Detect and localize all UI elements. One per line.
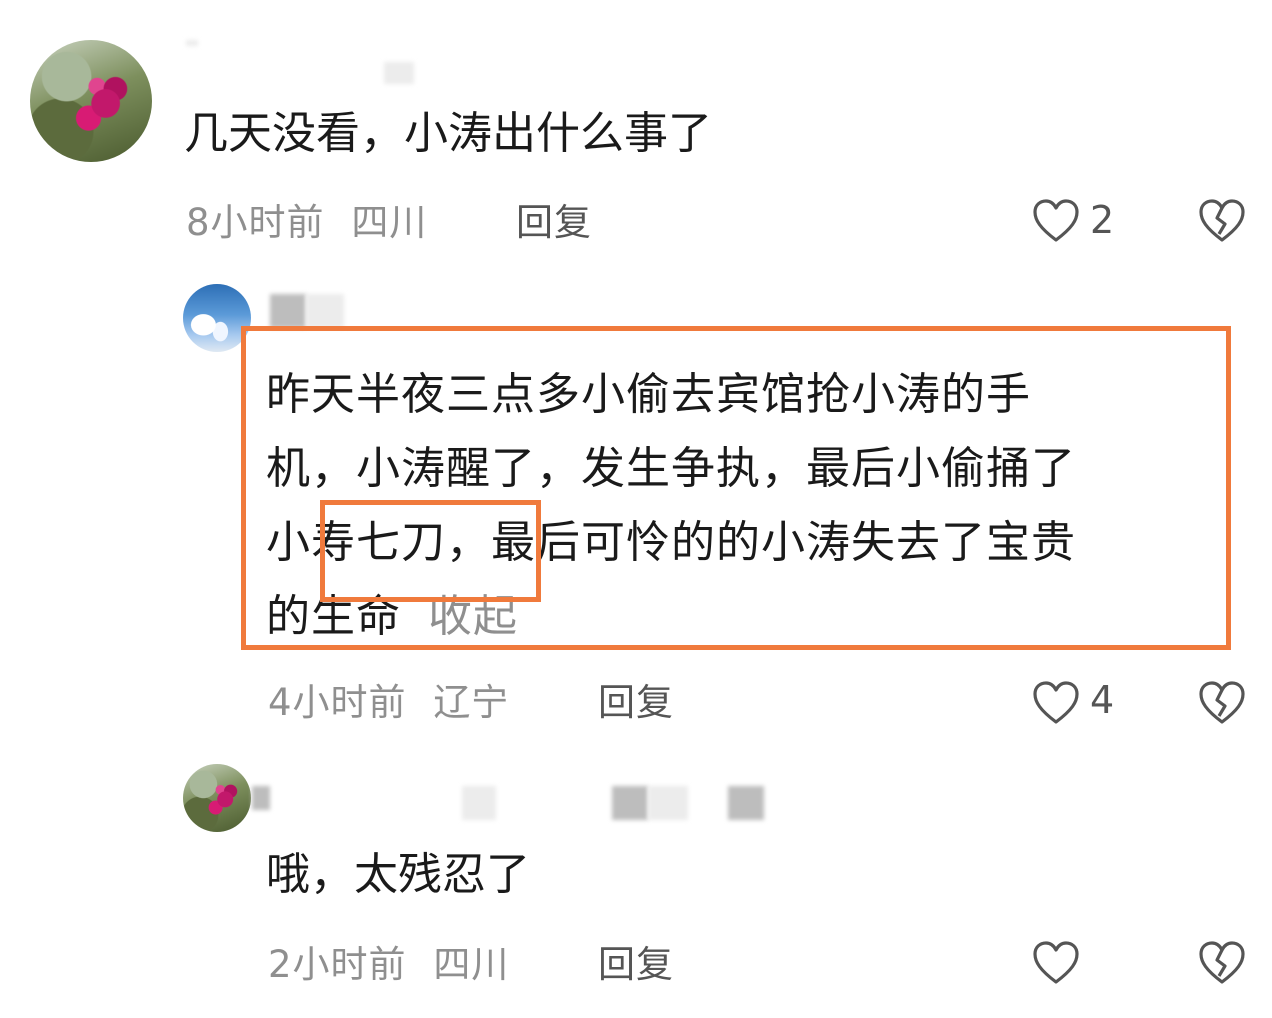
comment-location: 四川 [351,201,428,244]
username-blurred [384,62,414,84]
comment-meta: 8小时前 四川 [186,192,427,246]
username-blurred [306,294,344,328]
username-blurred [648,786,688,820]
comment-text: 哦，太残忍了 [266,849,530,900]
heart-outline-icon[interactable] [1032,680,1080,726]
broken-heart-icon[interactable] [1198,198,1246,244]
broken-heart-icon[interactable] [1198,940,1246,986]
comment-line-2: 机，小涛醒了，发生争执，最后小偷捅了 [266,443,1076,494]
comment-time: 4小时前 [268,681,407,724]
reply-button[interactable]: 回复 [598,672,674,726]
heart-outline-icon[interactable] [1032,198,1080,244]
comment-location: 四川 [433,943,510,986]
avatar[interactable] [183,764,251,832]
comment-text: 几天没看，小涛出什么事了 [184,108,712,159]
username-blurred [612,786,648,820]
broken-heart-icon[interactable] [1198,680,1246,726]
comment-line-1: 昨天半夜三点多小偷去宾馆抢小涛的手 [266,369,1031,420]
comment-meta: 4小时前 辽宁 [268,672,509,726]
reply-button[interactable]: 回复 [516,192,592,246]
comment-location: 辽宁 [433,681,510,724]
username-blurred [728,786,764,820]
reply-button[interactable]: 回复 [598,934,674,988]
comment-time: 8小时前 [186,201,325,244]
username-blurred [462,786,496,820]
username-blurred [252,786,270,810]
highlight-box-inner [320,500,541,602]
username-blurred [186,40,198,46]
like-count: 2 [1090,198,1115,242]
username-blurred [270,294,306,328]
avatar[interactable] [30,40,152,162]
comment-meta: 2小时前 四川 [268,934,509,988]
comment-time: 2小时前 [268,943,407,986]
heart-outline-icon[interactable] [1032,940,1080,986]
like-count: 4 [1090,678,1115,722]
